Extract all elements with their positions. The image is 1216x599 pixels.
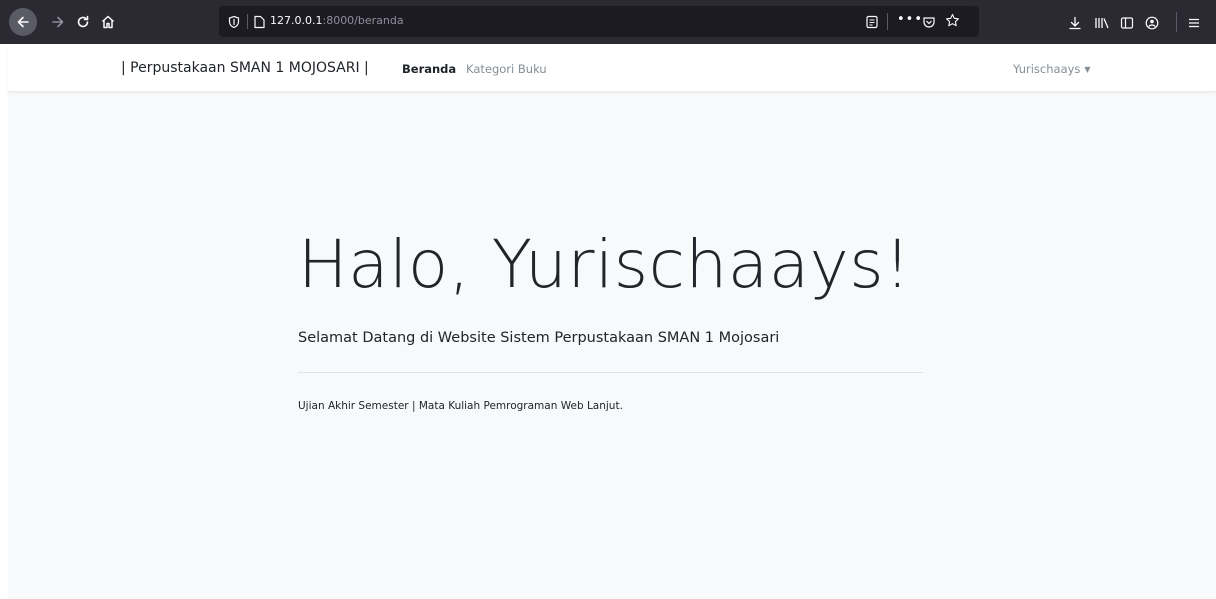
hero-lead: Selamat Datang di Website Sistem Perpust…: [298, 330, 780, 346]
sidebar-icon[interactable]: [1120, 15, 1134, 34]
nav-link-kategori-buku[interactable]: Kategori Buku: [466, 62, 547, 76]
user-name: Yurischaays: [1013, 62, 1081, 76]
caret-down-icon: ▼: [1084, 65, 1091, 74]
page-icon[interactable]: [253, 14, 266, 33]
reader-view-icon[interactable]: [865, 14, 879, 33]
url-text: 127.0.0.1:8000/beranda: [270, 14, 404, 27]
more-icon[interactable]: •••: [897, 12, 923, 27]
back-icon[interactable]: [9, 8, 37, 36]
download-icon[interactable]: [1068, 15, 1082, 34]
toolbar-separator: [1176, 12, 1177, 32]
library-icon[interactable]: [1094, 15, 1110, 34]
hero-note: Ujian Akhir Semester | Mata Kuliah Pemro…: [298, 400, 623, 412]
bookmark-star-icon[interactable]: [945, 13, 960, 32]
hero-title: Halo, Yurischaays!: [298, 226, 912, 303]
reload-icon[interactable]: [70, 9, 96, 35]
account-icon[interactable]: [1145, 15, 1159, 34]
menu-icon[interactable]: [1187, 15, 1201, 34]
navbar: | Perpustakaan SMAN 1 MOJOSARI | Beranda…: [8, 44, 1216, 92]
home-icon[interactable]: [95, 9, 121, 35]
hero-divider: [298, 372, 923, 373]
url-separator-2: [887, 13, 888, 30]
shield-icon[interactable]: [227, 14, 241, 33]
navbar-brand[interactable]: | Perpustakaan SMAN 1 MOJOSARI |: [121, 60, 369, 76]
page-content: | Perpustakaan SMAN 1 MOJOSARI | Beranda…: [8, 44, 1216, 599]
nav-link-beranda[interactable]: Beranda: [402, 62, 456, 76]
browser-toolbar: 127.0.0.1:8000/beranda •••: [0, 0, 1216, 44]
url-bar[interactable]: 127.0.0.1:8000/beranda •••: [219, 6, 979, 37]
url-host: 127.0.0.1: [270, 14, 323, 27]
forward-icon[interactable]: [45, 9, 71, 35]
url-separator: [247, 14, 248, 29]
pocket-icon[interactable]: [922, 14, 936, 33]
url-path: :8000/beranda: [322, 14, 404, 27]
user-dropdown[interactable]: Yurischaays ▼: [1013, 62, 1091, 76]
